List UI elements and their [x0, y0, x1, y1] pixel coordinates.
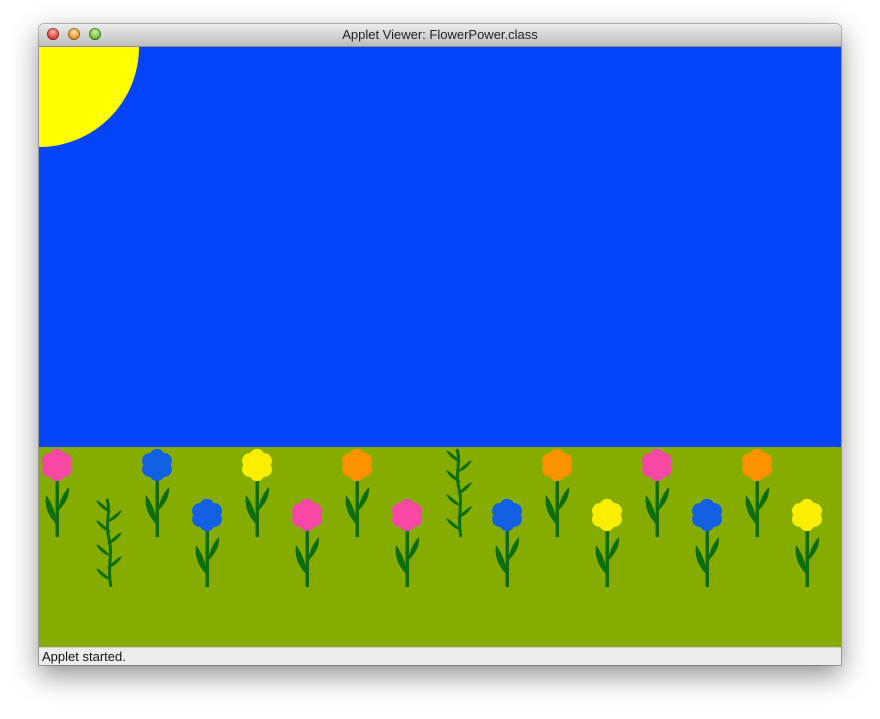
flower-center [748, 456, 766, 474]
flower-stem [705, 527, 709, 587]
flower-center [348, 456, 366, 474]
flower-center [398, 506, 416, 524]
flower-center [648, 456, 666, 474]
flower-stem [355, 477, 359, 537]
sky [39, 47, 841, 447]
flower-center [798, 506, 816, 524]
status-text: Applet started. [42, 649, 126, 664]
flower-center [198, 506, 216, 524]
title-bar[interactable]: Applet Viewer: FlowerPower.class [39, 24, 841, 47]
flower-stem [505, 527, 509, 587]
flower-stem [155, 477, 159, 537]
flower-stem [655, 477, 659, 537]
applet-viewer-window: Applet Viewer: FlowerPower.class Applet … [39, 24, 841, 665]
flower-center [148, 456, 166, 474]
flower-center [548, 456, 566, 474]
screen: { "window": { "title": "Applet Viewer: F… [0, 0, 880, 719]
flower-stem [205, 527, 209, 587]
applet-canvas [39, 47, 841, 647]
status-bar: Applet started. [39, 647, 841, 665]
flower-stem [755, 477, 759, 537]
flower-stem [555, 477, 559, 537]
flower-stem [405, 527, 409, 587]
flower-center [248, 456, 266, 474]
flower-center [48, 456, 66, 474]
flower-center [598, 506, 616, 524]
flower-center [698, 506, 716, 524]
flower-stem [55, 477, 59, 537]
window-title: Applet Viewer: FlowerPower.class [342, 27, 538, 42]
flower-stem [255, 477, 259, 537]
flower-stem [605, 527, 609, 587]
flower-stem [305, 527, 309, 587]
flower-center [298, 506, 316, 524]
flower-center [498, 506, 516, 524]
flower-stem [805, 527, 809, 587]
